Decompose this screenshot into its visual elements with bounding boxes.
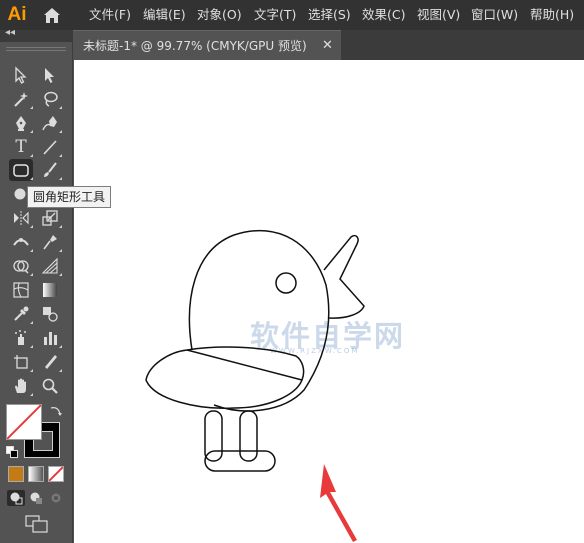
eyedropper-tool-icon[interactable] [9, 303, 33, 325]
reflect-tool-icon[interactable] [9, 207, 33, 229]
menu-view[interactable]: 视图(V) [417, 0, 460, 30]
screen-mode-icon[interactable] [25, 514, 49, 534]
default-fill-stroke-icon[interactable] [6, 446, 18, 458]
menu-edit[interactable]: 编辑(E) [143, 0, 186, 30]
home-icon[interactable] [42, 6, 62, 24]
bird-drawing [145, 229, 365, 542]
swap-fill-stroke-icon[interactable] [49, 404, 63, 418]
artboard-tool-icon[interactable] [9, 351, 33, 373]
gradient-tool-icon[interactable] [38, 279, 62, 301]
none-mode-button[interactable] [48, 466, 64, 482]
menu-object[interactable]: 对象(O) [197, 0, 242, 30]
gradient-mode-button[interactable] [28, 466, 44, 482]
scale-tool-icon[interactable] [38, 207, 62, 229]
draw-behind-icon[interactable] [27, 490, 45, 506]
type-tool-icon[interactable]: T [9, 136, 33, 158]
mesh-tool-icon[interactable] [9, 279, 33, 301]
bird-wing-fold-line [186, 349, 303, 381]
zoom-tool-icon[interactable] [38, 375, 62, 397]
menu-type[interactable]: 文字(T) [254, 0, 296, 30]
menu-help[interactable]: 帮助(H) [530, 0, 574, 30]
document-tab-bar: 未标题-1* @ 99.77% (CMYK/GPU 预览) ✕ [73, 30, 584, 60]
width-tool-icon[interactable] [9, 231, 33, 253]
shape-builder-tool-icon[interactable] [9, 255, 33, 277]
menu-window[interactable]: 窗口(W) [471, 0, 518, 30]
menu-file[interactable]: 文件(F) [89, 0, 131, 30]
bird-wing-shape [145, 346, 305, 409]
blend-tool-icon[interactable] [38, 303, 62, 325]
close-icon[interactable]: ✕ [322, 31, 333, 61]
menu-effect[interactable]: 效果(C) [362, 0, 405, 30]
type-tool-glyph: T [15, 137, 27, 157]
document-tab-title: 未标题-1* @ 99.77% (CMYK/GPU 预览) [83, 39, 307, 53]
color-mode-button[interactable] [8, 466, 24, 482]
magic-wand-tool-icon[interactable] [9, 88, 33, 110]
artboard-canvas[interactable]: 软件自学网 WWW.RJZXW.COM [74, 60, 584, 543]
rounded-rectangle-tool-icon[interactable] [9, 159, 33, 181]
pen-tool-icon[interactable] [9, 112, 33, 134]
symbol-sprayer-tool-icon[interactable] [9, 327, 33, 349]
draw-inside-icon[interactable] [47, 490, 65, 506]
bird-leg-right [239, 410, 258, 462]
puppet-warp-tool-icon[interactable] [38, 231, 62, 253]
document-tab[interactable]: 未标题-1* @ 99.77% (CMYK/GPU 预览) ✕ [73, 30, 341, 60]
hand-tool-icon[interactable] [9, 375, 33, 397]
selection-tool-icon[interactable] [9, 64, 33, 86]
direct-selection-tool-icon[interactable] [38, 64, 62, 86]
bird-eye-shape [275, 272, 297, 294]
lasso-tool-icon[interactable] [38, 88, 62, 110]
slice-tool-icon[interactable] [38, 351, 62, 373]
panel-grip[interactable] [6, 47, 66, 51]
collapse-icon[interactable]: ◂◂ [5, 27, 15, 38]
bird-body-shape [188, 229, 330, 412]
bird-beak-shape [323, 234, 365, 319]
curvature-tool-icon[interactable] [38, 112, 62, 134]
pointer-arrow-icon [320, 464, 357, 542]
panel-collapse-bar[interactable]: ◂◂ [0, 27, 73, 42]
column-graph-tool-icon[interactable] [38, 327, 62, 349]
line-segment-tool-icon[interactable] [38, 136, 62, 158]
app-logo: Ai [7, 4, 27, 25]
fill-swatch[interactable] [6, 404, 42, 440]
menu-select[interactable]: 选择(S) [308, 0, 351, 30]
perspective-grid-tool-icon[interactable] [38, 255, 62, 277]
tool-tooltip: 圆角矩形工具 [27, 186, 112, 208]
draw-normal-icon[interactable] [7, 490, 25, 506]
menu-bar: Ai 文件(F) 编辑(E) 对象(O) 文字(T) 选择(S) 效果(C) 视… [0, 0, 584, 30]
paintbrush-tool-icon[interactable] [38, 159, 62, 181]
